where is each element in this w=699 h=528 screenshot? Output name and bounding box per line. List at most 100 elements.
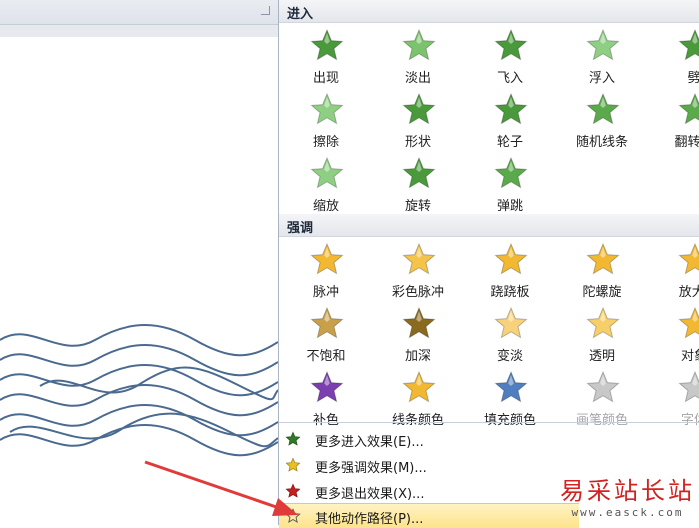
entrance-effect-1[interactable]: 淡出 [373,28,463,92]
fill-color-star-icon [493,370,529,406]
entrance-effect-label: 随机线条 [557,131,647,150]
entrance-effect-11[interactable]: 旋转 [373,156,463,220]
entrance-effect-label: 旋转 [373,195,463,214]
emphasis-effect-label: 变淡 [465,345,555,364]
more-exit-label: 更多退出效果(X)... [315,483,424,502]
emphasis-effect-12[interactable]: 填充颜色 [465,370,555,434]
emphasis-effect-4[interactable]: 放大/ [649,242,699,306]
entrance-effect-3[interactable]: 浮入 [557,28,647,92]
entrance-star-small-icon [285,431,301,447]
emphasis-header-label: 强调 [287,217,313,236]
entrance-effect-9[interactable]: 翻转式 [649,92,699,156]
entrance-effect-label: 弹跳 [465,195,555,214]
emphasis-effect-label: 跷跷板 [465,281,555,300]
entrance-section-header: 进入 [279,0,699,23]
emphasis-effect-9[interactable]: 对象 [649,306,699,370]
entrance-effect-label: 出现 [281,67,371,86]
more-entrance-effects-item[interactable]: 更多进入效果(E)... [279,427,699,451]
emphasis-effect-7[interactable]: 变淡 [465,306,555,370]
emphasis-effect-8[interactable]: 透明 [557,306,647,370]
emphasis-effect-label: 对象 [649,345,699,364]
wave-lines-shape[interactable] [0,320,278,525]
menu-separator [279,422,699,423]
emphasis-effect-label: 加深 [373,345,463,364]
more-entrance-label: 更多进入效果(E)... [315,431,424,450]
bounce-star-icon [493,156,529,192]
emphasis-effect-3[interactable]: 陀螺旋 [557,242,647,306]
emphasis-effect-label: 放大/ [649,281,699,300]
entrance-effect-label: 缩放 [281,195,371,214]
float-in-star-icon [585,28,621,64]
emphasis-effect-label: 补色 [281,409,371,428]
entrance-header-label: 进入 [287,3,313,22]
emphasis-effect-10[interactable]: 补色 [281,370,371,434]
ribbon-group-footer [0,0,278,25]
emphasis-effect-label: 陀螺旋 [557,281,647,300]
more-motion-paths-item[interactable]: 其他动作路径(P)... [279,503,579,528]
entrance-effect-label: 翻转式 [649,131,699,150]
emphasis-effect-6[interactable]: 加深 [373,306,463,370]
exit-star-small-icon [285,483,301,499]
appear-star-icon [309,28,345,64]
emphasis-effect-label: 脉冲 [281,281,371,300]
entrance-effect-label: 飞入 [465,67,555,86]
watermark: 易采站长站 www.easck.com [560,471,695,519]
line-color-star-icon [401,370,437,406]
entrance-effect-label: 形状 [373,131,463,150]
emphasis-effect-label: 线条颜色 [373,409,463,428]
swivel-star-icon [401,156,437,192]
grow-shrink-star-icon [677,242,699,278]
teeter-star-icon [493,242,529,278]
flip-star-icon [677,92,699,128]
color-pulse-star-icon [401,242,437,278]
entrance-effect-6[interactable]: 形状 [373,92,463,156]
emphasis-effect-0[interactable]: 脉冲 [281,242,371,306]
entrance-effect-label: 擦除 [281,131,371,150]
fly-in-star-icon [493,28,529,64]
entrance-effect-5[interactable]: 擦除 [281,92,371,156]
emphasis-effect-11[interactable]: 线条颜色 [373,370,463,434]
fade-star-icon [401,28,437,64]
emphasis-effect-label: 彩色脉冲 [373,281,463,300]
more-motion-paths-label: 其他动作路径(P)... [315,508,423,527]
zoom-star-icon [309,156,345,192]
object-color-star-icon [677,306,699,342]
entrance-effect-0[interactable]: 出现 [281,28,371,92]
emphasis-section-header: 强调 [279,214,699,237]
slide-area-top-band [0,25,278,37]
more-emphasis-label: 更多强调效果(M)... [315,457,427,476]
animation-gallery-panel: 进入 出现淡出飞入浮入劈擦除形状轮子随机线条翻转式缩放旋转弹跳 强调 脉冲彩色脉… [278,0,699,525]
emphasis-effect-14: 字体 [649,370,699,434]
entrance-effect-12[interactable]: 弹跳 [465,156,555,220]
emphasis-effect-label: 画笔颜色 [557,409,647,428]
emphasis-star-small-icon [285,457,301,473]
darken-star-icon [401,306,437,342]
complementary-color-star-icon [309,370,345,406]
entrance-effect-label: 劈 [649,67,699,86]
shape-star-icon [401,92,437,128]
font-color-star-icon [677,370,699,406]
emphasis-effect-label: 不饱和 [281,345,371,364]
brush-color-star-icon [585,370,621,406]
emphasis-effect-1[interactable]: 彩色脉冲 [373,242,463,306]
motion-path-star-icon [285,508,301,524]
emphasis-effect-13: 画笔颜色 [557,370,647,434]
desaturate-star-icon [309,306,345,342]
entrance-effect-label: 淡出 [373,67,463,86]
entrance-effect-2[interactable]: 飞入 [465,28,555,92]
emphasis-effect-label: 填充颜色 [465,409,555,428]
entrance-effect-10[interactable]: 缩放 [281,156,371,220]
emphasis-effect-label: 字体 [649,409,699,428]
watermark-main: 易采站长站 [560,471,695,506]
watermark-url: www.easck.com [560,506,695,519]
emphasis-effect-5[interactable]: 不饱和 [281,306,371,370]
dialog-launcher-icon[interactable] [261,6,270,15]
entrance-effect-8[interactable]: 随机线条 [557,92,647,156]
wipe-star-icon [309,92,345,128]
emphasis-effect-2[interactable]: 跷跷板 [465,242,555,306]
spin-star-icon [585,242,621,278]
emphasis-effect-label: 透明 [557,345,647,364]
split-star-icon [677,28,699,64]
entrance-effect-4[interactable]: 劈 [649,28,699,92]
entrance-effect-7[interactable]: 轮子 [465,92,555,156]
